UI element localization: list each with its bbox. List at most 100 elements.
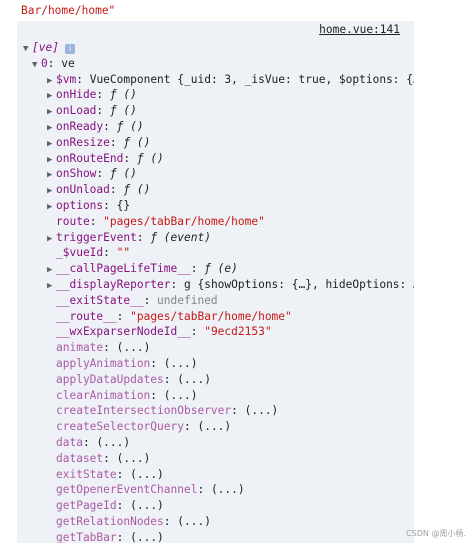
property-value: "pages/tabBar/home/home" (103, 214, 265, 228)
tree-row[interactable]: ▶ onReady: ƒ () (47, 119, 414, 134)
tree-row: applyAnimation: (...) (47, 356, 414, 371)
tree-row: __route__: "pages/tabBar/home/home" (47, 309, 414, 324)
property-key: onReady (56, 120, 104, 133)
property-key: __route__ (56, 309, 117, 323)
tree-row: applyDataUpdates: (...) (47, 372, 414, 387)
tree-row: getRelationNodes: (...) (47, 514, 414, 529)
property-value[interactable]: (...) (164, 389, 198, 402)
info-icon[interactable]: i (64, 44, 75, 54)
property-value[interactable]: (...) (197, 420, 231, 433)
collapsed-triangle-icon[interactable]: ▶ (47, 153, 56, 166)
tree-row: createSelectorQuery: (...) (47, 419, 414, 434)
source-link[interactable]: home.vue:141 (319, 23, 400, 36)
property-separator: : (123, 151, 137, 165)
property-separator: : (170, 278, 184, 291)
property-value: ƒ () (123, 135, 151, 149)
property-separator: : (163, 515, 178, 528)
tree-row: clearAnimation: (...) (47, 388, 414, 403)
collapsed-triangle-icon[interactable]: ▶ (47, 137, 56, 150)
tree-row: getPageId: (...) (47, 498, 414, 513)
property-separator: : (143, 293, 158, 307)
tree-row[interactable]: ▶ onResize: ƒ () (47, 135, 414, 150)
property-value[interactable]: (...) (130, 468, 164, 481)
property-key: getOpenerEventChannel (56, 483, 198, 497)
collapsed-triangle-icon[interactable]: ▶ (47, 74, 56, 87)
tree-row[interactable]: ▶ onHide: ƒ () (47, 87, 414, 102)
collapsed-triangle-icon[interactable]: ▶ (47, 279, 56, 292)
property-value: ƒ () (109, 167, 137, 181)
property-separator: : (231, 404, 245, 418)
property-separator: : (116, 467, 131, 481)
property-value: "" (116, 246, 131, 260)
property-value[interactable]: (...) (164, 357, 198, 370)
tree-row: dataset: (...) (47, 451, 414, 466)
property-value[interactable]: (...) (211, 483, 245, 496)
tree-row[interactable]: ▶ options: {} (47, 198, 414, 213)
tree-row: getOpenerEventChannel: (...) (47, 482, 414, 497)
property-key: __displayReporter (56, 278, 171, 291)
property-key: applyAnimation (56, 357, 151, 370)
tree-row: animate: (...) (47, 340, 414, 355)
collapsed-triangle-icon[interactable]: ▶ (47, 263, 56, 276)
property-value: ƒ (e) (204, 262, 238, 276)
collapsed-triangle-icon[interactable]: ▶ (47, 232, 56, 245)
property-value: undefined (157, 293, 218, 307)
property-key: [ve] (32, 41, 59, 54)
property-key: options (56, 199, 104, 212)
tree-row[interactable]: ▶ onUnload: ƒ () (47, 182, 414, 197)
property-value[interactable]: (...) (177, 373, 211, 386)
tree-row[interactable]: ▶ __callPageLifeTime__: ƒ (e) (47, 261, 414, 276)
collapsed-triangle-icon[interactable]: ▶ (47, 184, 56, 197)
tree-row[interactable]: ▶ onLoad: ƒ () (47, 103, 414, 118)
property-key: onShow (56, 167, 97, 181)
tree-row[interactable]: ▶ triggerEvent: ƒ (event) (47, 230, 414, 245)
property-separator: : (103, 199, 117, 212)
tree-row[interactable]: ▶ onShow: ƒ () (47, 166, 414, 181)
property-value: {} (116, 199, 131, 212)
watermark: CSDN @周小杨. (406, 529, 466, 538)
tree-row[interactable]: ▼ 0: ve (32, 56, 414, 71)
property-key: data (56, 436, 83, 449)
property-key: __wxExparserNodeId__ (56, 325, 191, 339)
tree-row[interactable]: ▶ onRouteEnd: ƒ () (47, 151, 414, 166)
property-separator: : (76, 72, 90, 86)
tree-row[interactable]: ▶ __displayReporter: g {showOptions: {…},… (47, 277, 414, 292)
property-key: getPageId (56, 499, 117, 513)
property-key: onUnload (56, 183, 110, 197)
property-separator: : (116, 309, 131, 323)
collapsed-triangle-icon[interactable]: ▶ (47, 168, 56, 181)
property-value[interactable]: (...) (96, 436, 130, 449)
collapsed-triangle-icon[interactable]: ▶ (47, 105, 56, 118)
property-value[interactable]: (...) (245, 404, 279, 417)
property-value[interactable]: (...) (117, 341, 151, 354)
property-value: g {showOptions: {…}, hideOptions: … (184, 278, 414, 291)
property-key: dataset (56, 451, 104, 465)
property-value: ƒ () (116, 120, 144, 133)
console-object-panel: home.vue:141 ▼ [ve] i ▼ 0: ve ▶ $vm: VueCompon… (17, 21, 414, 543)
property-value[interactable]: (...) (130, 499, 164, 512)
property-value[interactable]: (...) (130, 531, 164, 543)
collapsed-triangle-icon[interactable]: ▶ (47, 89, 56, 102)
tree-row: __exitState__: undefined (47, 293, 414, 308)
property-separator: : (103, 341, 117, 355)
property-separator: : (47, 56, 62, 70)
collapsed-triangle-icon[interactable]: ▶ (47, 200, 56, 213)
expanded-triangle-icon[interactable]: ▼ (23, 42, 32, 55)
property-value[interactable]: (...) (177, 515, 211, 528)
expanded-triangle-icon[interactable]: ▼ (32, 58, 41, 71)
tree-row[interactable]: ▶ $vm: VueComponent {_uid: 3, _isVue: tru… (47, 72, 414, 87)
property-separator: : (190, 262, 205, 276)
tree-row: createIntersectionObserver: (...) (47, 403, 414, 418)
property-separator: : (116, 499, 131, 513)
collapsed-triangle-icon[interactable]: ▶ (47, 121, 56, 134)
property-key: 0 (41, 56, 48, 70)
property-value[interactable]: (...) (117, 452, 151, 465)
console-header-text: Bar/home/home" (21, 4, 116, 17)
property-separator: : (109, 183, 124, 197)
tree-row[interactable]: ▼ [ve] i (23, 40, 413, 55)
property-value: ƒ () (136, 151, 164, 165)
property-separator: : (103, 246, 117, 260)
property-separator: : (82, 436, 97, 449)
property-separator: : (103, 120, 117, 133)
property-value: ƒ () (123, 183, 151, 197)
